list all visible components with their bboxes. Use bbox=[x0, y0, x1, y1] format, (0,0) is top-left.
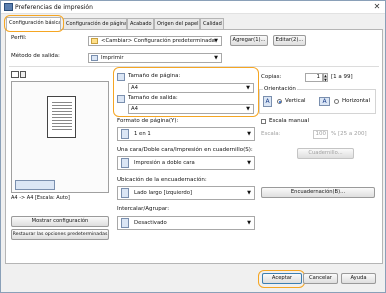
page-layout-icon bbox=[121, 129, 129, 139]
tab-page-setup[interactable]: Configuración de página bbox=[63, 18, 127, 29]
binding-select[interactable]: Lado largo [izquierdo] ▼ bbox=[117, 186, 255, 200]
landscape-label: Horizontal bbox=[342, 98, 371, 104]
scale-range: % [25 a 200] bbox=[331, 131, 367, 137]
binding-label: Ubicación de la encuadernación: bbox=[117, 177, 207, 183]
chevron-down-icon: ▼ bbox=[247, 220, 251, 226]
orientation-label: Orientación bbox=[263, 86, 297, 92]
copies-stepper[interactable]: ▲ ▼ bbox=[323, 73, 328, 82]
close-icon[interactable]: ✕ bbox=[372, 2, 382, 12]
copies-range: [1 a 99] bbox=[331, 74, 353, 80]
preview-toggle-icon[interactable] bbox=[11, 71, 19, 78]
preview-text-lines bbox=[52, 102, 72, 132]
tab-highlight bbox=[4, 15, 64, 32]
output-method-label: Método de salida: bbox=[11, 53, 60, 59]
edit-profile-button[interactable]: Editar(2)... bbox=[273, 35, 306, 46]
page-size-select[interactable]: A4 ▼ bbox=[128, 83, 254, 93]
page-layout-select[interactable]: 1 en 1 ▼ bbox=[117, 127, 255, 141]
profile-icon bbox=[91, 38, 98, 44]
print-icon bbox=[91, 55, 98, 61]
page-preview bbox=[11, 81, 109, 193]
printer-icon bbox=[4, 3, 13, 11]
print-preferences-window: Preferencias de impresión ✕ Configuració… bbox=[0, 0, 386, 293]
collate-value: Desactivado bbox=[134, 220, 167, 226]
preview-page bbox=[47, 96, 76, 138]
preview-settings-icon[interactable] bbox=[20, 71, 26, 78]
collate-icon bbox=[121, 218, 129, 228]
manual-scale-label: Escala manual bbox=[269, 118, 309, 124]
page-layout-label: Formato de página(Y): bbox=[117, 118, 179, 124]
chevron-down-icon: ▼ bbox=[214, 55, 218, 61]
landscape-icon: A bbox=[319, 97, 330, 106]
chevron-down-icon: ▼ bbox=[246, 106, 250, 112]
copies-label: Copias: bbox=[261, 74, 282, 80]
output-size-label: Tamaño de salida: bbox=[128, 95, 178, 101]
output-method-value: Imprimir bbox=[101, 55, 124, 61]
add-profile-button[interactable]: Agregar(1)... bbox=[230, 35, 268, 46]
page-size-value: A4 bbox=[131, 85, 138, 91]
portrait-radio[interactable] bbox=[277, 99, 282, 104]
chevron-down-icon: ▼ bbox=[247, 160, 251, 166]
preview-caption: A4 -> A4 [Escala: Auto] bbox=[11, 195, 70, 201]
collate-select[interactable]: Desactivado ▼ bbox=[117, 216, 255, 230]
binding-button[interactable]: Encuadernación(B)... bbox=[261, 187, 375, 198]
copies-input[interactable]: 1 bbox=[305, 73, 323, 82]
binding-value: Lado largo [izquierdo] bbox=[134, 190, 193, 196]
output-size-value: A4 bbox=[131, 106, 138, 112]
output-size-select[interactable]: A4 ▼ bbox=[128, 104, 254, 114]
cancel-button[interactable]: Cancelar bbox=[303, 273, 338, 284]
scale-label: Escala: bbox=[261, 131, 281, 137]
duplex-select[interactable]: Impresión a doble cara ▼ bbox=[117, 156, 255, 170]
output-method-select[interactable]: Imprimir ▼ bbox=[88, 53, 222, 63]
ok-button[interactable]: Aceptar bbox=[262, 273, 302, 284]
portrait-icon: A bbox=[263, 96, 272, 107]
manual-scale-checkbox[interactable] bbox=[261, 119, 266, 124]
restore-defaults-button[interactable]: Restaurar las opciones predeterminadas bbox=[11, 229, 109, 240]
page-size-icon bbox=[117, 73, 125, 81]
chevron-down-icon: ▼ bbox=[247, 131, 251, 137]
tab-quality[interactable]: Calidad bbox=[200, 18, 224, 29]
duplex-value: Impresión a doble cara bbox=[134, 160, 195, 166]
booklet-button[interactable]: Cuadernillo... bbox=[297, 148, 354, 159]
scale-input[interactable]: 100 bbox=[313, 130, 328, 139]
chevron-down-icon: ▼ bbox=[247, 190, 251, 196]
printer-preview-icon bbox=[15, 180, 55, 190]
page-layout-value: 1 en 1 bbox=[134, 131, 151, 137]
chevron-down-icon: ▼ bbox=[214, 38, 218, 44]
show-settings-button[interactable]: Mostrar configuración bbox=[11, 216, 109, 227]
binding-icon bbox=[121, 188, 129, 198]
window-title: Preferencias de impresión bbox=[15, 4, 93, 11]
chevron-down-icon: ▼ bbox=[246, 85, 250, 91]
help-button[interactable]: Ayuda bbox=[341, 273, 376, 284]
duplex-label: Una cara/Doble cara/Impresión en cuadern… bbox=[117, 147, 253, 153]
profile-label: Perfil: bbox=[11, 35, 27, 41]
collate-label: Intercalar/Agrupar: bbox=[117, 206, 170, 212]
title-bar: Preferencias de impresión ✕ bbox=[1, 1, 385, 14]
output-size-icon bbox=[117, 95, 125, 103]
page-size-label: Tamaño de página: bbox=[128, 73, 181, 79]
profile-value: <Cambiar> Configuración predeterminada bbox=[101, 38, 215, 44]
portrait-label: Vertical bbox=[285, 98, 306, 104]
landscape-radio[interactable] bbox=[334, 99, 339, 104]
profile-select[interactable]: <Cambiar> Configuración predeterminada ▼ bbox=[88, 36, 222, 46]
tab-paper-source[interactable]: Origen del papel bbox=[154, 18, 200, 29]
duplex-icon bbox=[121, 158, 129, 168]
tab-finishing[interactable]: Acabado bbox=[127, 18, 154, 29]
